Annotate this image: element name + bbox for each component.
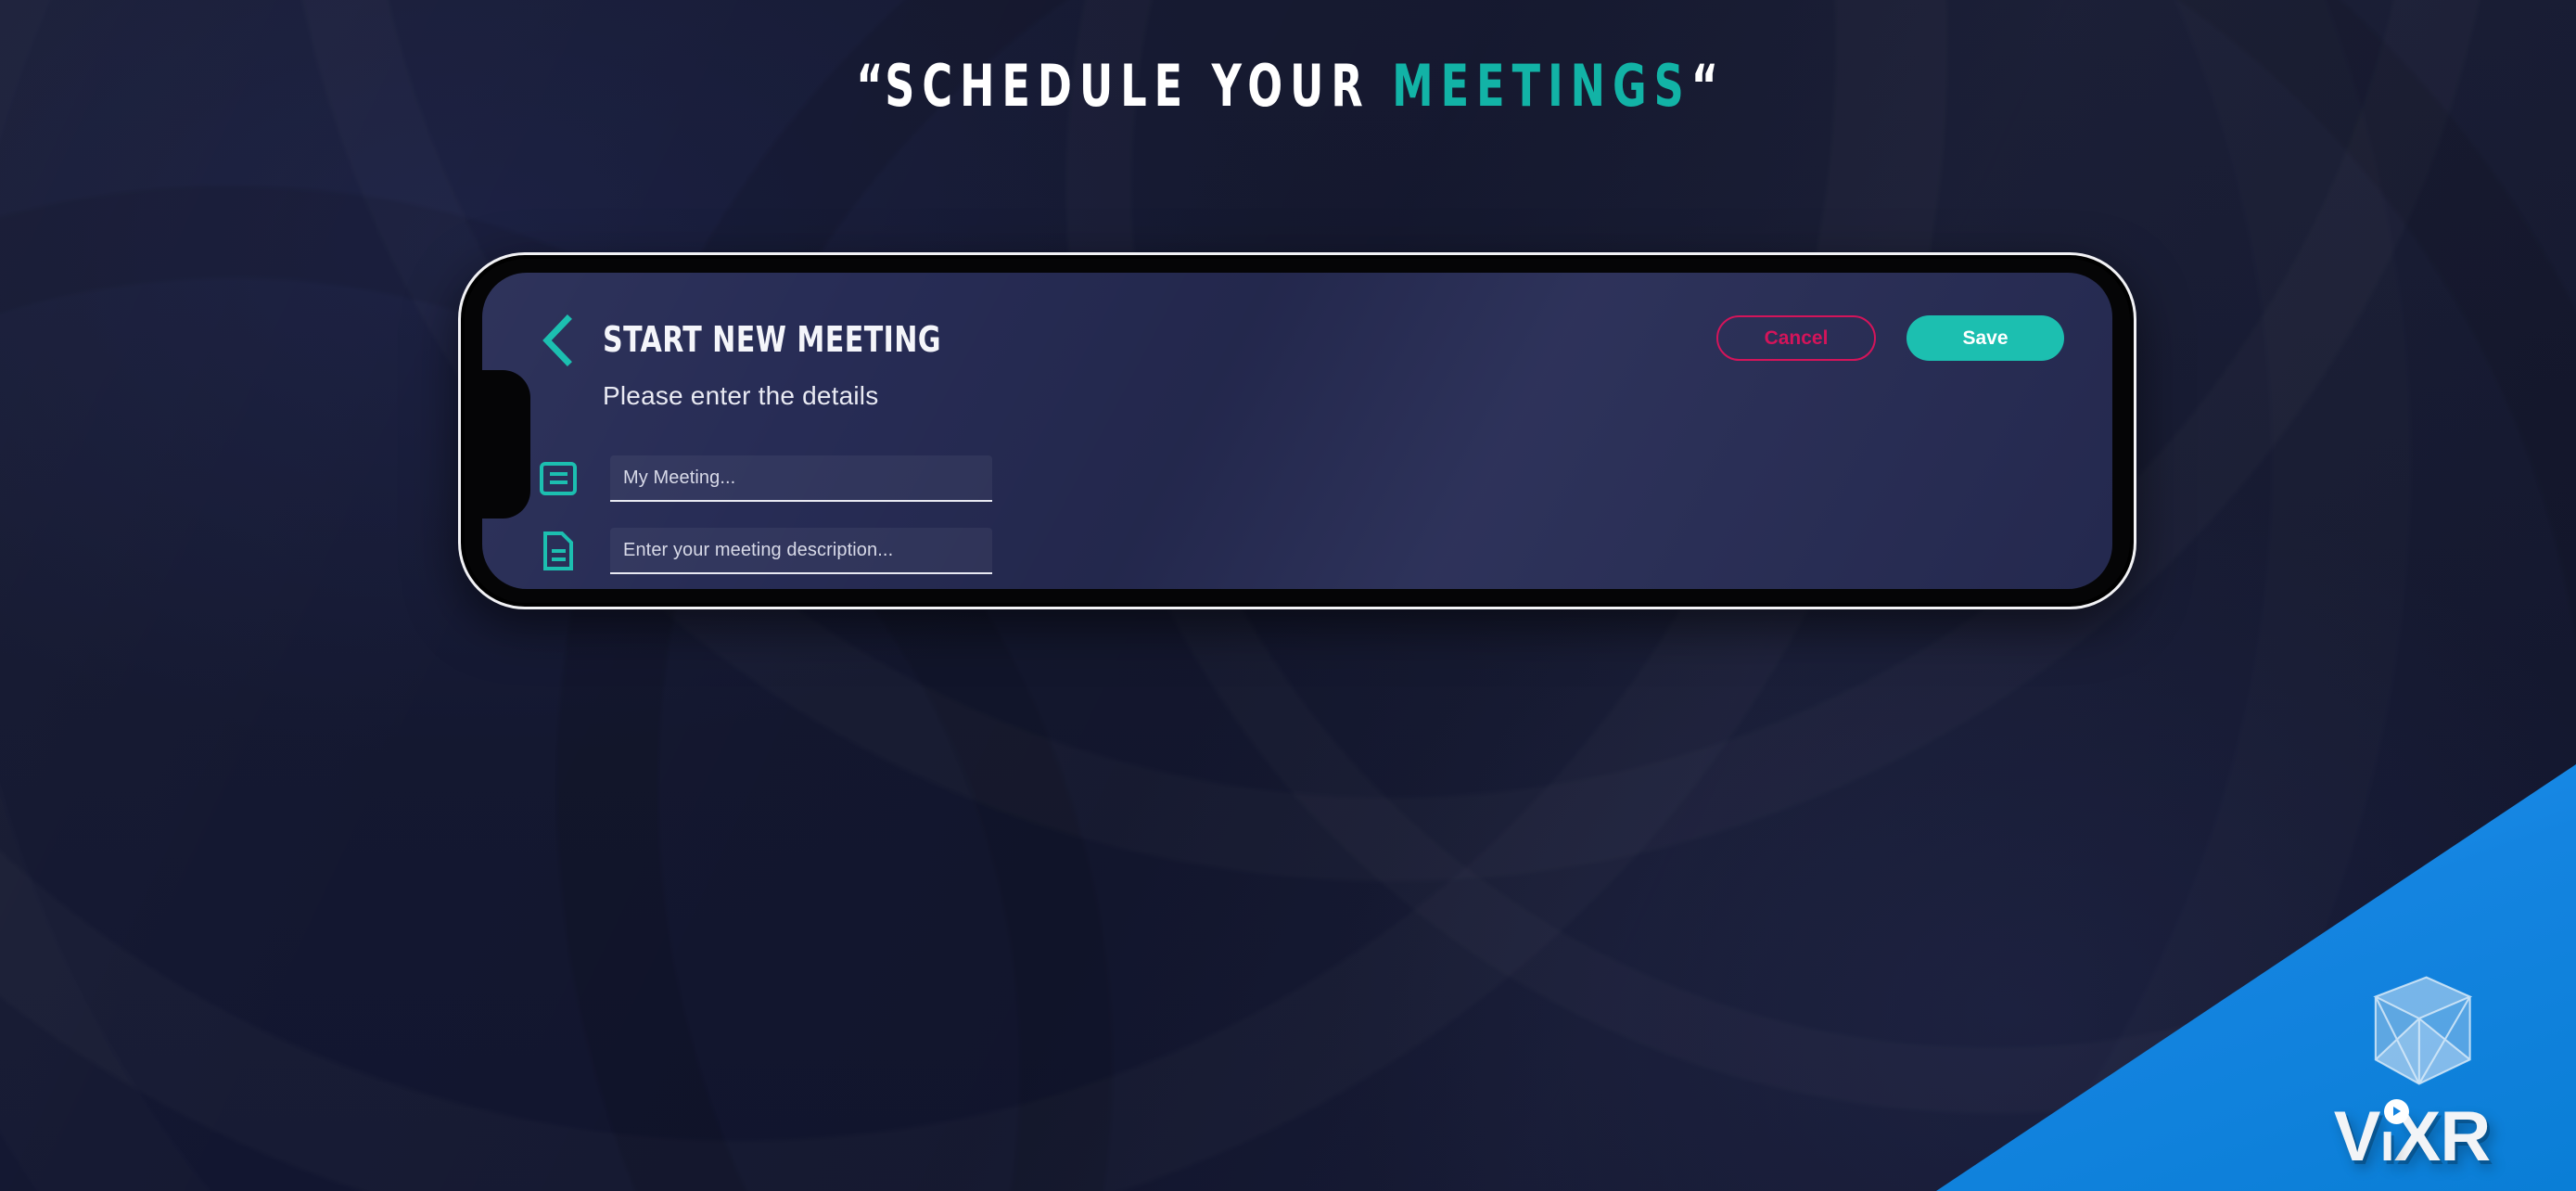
meeting-description-value: Enter your meeting description... — [623, 539, 894, 560]
headline-quote-close: “ — [1690, 52, 1720, 120]
header-actions: Cancel Save — [1716, 315, 2064, 361]
headline-text: SCHEDULE YOUR — [885, 52, 1393, 120]
logo-letter-v: V — [2333, 1096, 2381, 1176]
meeting-title-input[interactable]: My Meeting... — [610, 455, 992, 502]
page-title: START NEW MEETING — [603, 319, 942, 360]
vixr-logo-text: VıXR — [2296, 1098, 2528, 1172]
phone-screen: START NEW MEETING Cancel Save Please ent… — [482, 273, 2112, 589]
meeting-title-row: My Meeting... — [534, 455, 992, 503]
cancel-button[interactable]: Cancel — [1716, 315, 1876, 361]
meeting-title-value: My Meeting... — [623, 467, 736, 488]
phone-mockup: START NEW MEETING Cancel Save Please ent… — [458, 252, 2136, 609]
play-circle-icon — [2383, 1098, 2409, 1124]
phone-notch — [482, 370, 530, 519]
save-button[interactable]: Save — [1906, 315, 2064, 361]
meeting-description-row: Enter your meeting description... — [534, 527, 992, 575]
note-card-icon — [534, 455, 582, 503]
app-header: START NEW MEETING Cancel Save — [538, 312, 2064, 369]
meeting-description-input[interactable]: Enter your meeting description... — [610, 528, 992, 574]
meeting-form: My Meeting... Enter your meeting descrip… — [534, 455, 2075, 589]
vixr-logo: VıXR — [2296, 963, 2528, 1172]
headline-quote-open: “ — [856, 52, 886, 120]
page-subtitle: Please enter the details — [603, 381, 879, 410]
document-lines-icon — [534, 527, 582, 575]
back-button[interactable] — [538, 314, 577, 367]
headline-accent-text: MEETINGS — [1392, 52, 1691, 120]
page-headline: “SCHEDULE YOUR MEETINGS“ — [258, 58, 2318, 115]
logo-letter-i: ı — [2380, 1098, 2409, 1172]
wireframe-cube-icon — [2373, 976, 2473, 1085]
back-chevron-icon — [542, 314, 572, 366]
